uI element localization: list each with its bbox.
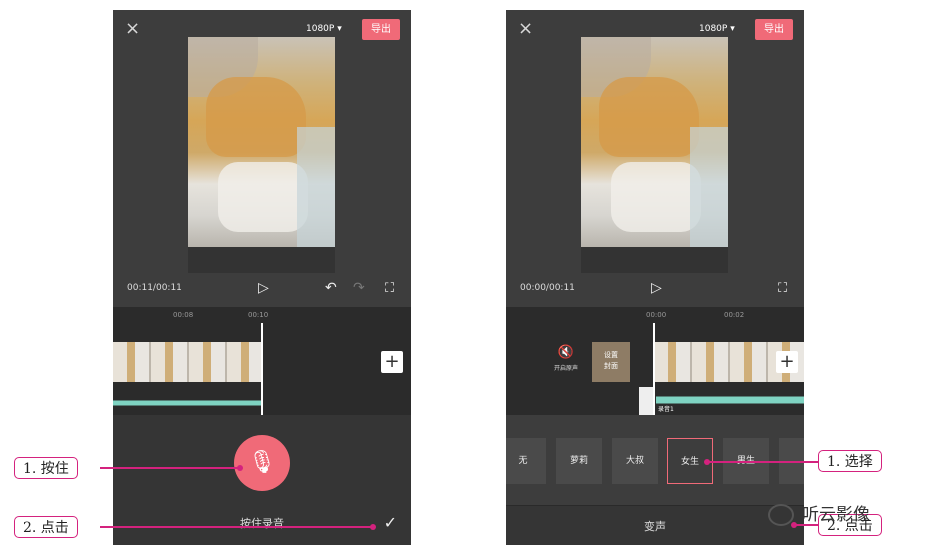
mute-original-toggle[interactable]: 🔇 开启原声 [546,345,586,372]
right-phone-screen: × 1080P ▾ 导出 00:00/00:11 ▷ ⛶ 00:00 00:02… [506,10,804,545]
timeline[interactable]: 00:00 00:02 🔇 开启原声 设置 封面 录音1 + [506,307,804,415]
time-ruler: 00:00 00:02 [506,311,804,321]
ruler-tick: 00:00 [646,311,667,319]
timeline[interactable]: 00:08 00:10 + [113,307,411,415]
ruler-tick: 00:08 [173,311,194,319]
video-preview [581,37,728,247]
close-icon[interactable]: × [518,20,533,38]
ruler-tick: 00:10 [248,311,269,319]
playback-time: 00:00/00:11 [520,283,575,293]
voice-option-uncle[interactable]: 大叔 [612,438,658,484]
undo-icon[interactable]: ↶ [325,280,337,296]
play-icon[interactable]: ▷ [258,280,269,296]
playhead[interactable] [261,323,263,415]
callout-dot [704,459,710,465]
watermark: 听云影像 [768,500,870,526]
playback-time: 00:11/00:11 [127,283,182,293]
export-button[interactable]: 导出 [362,19,400,40]
export-button[interactable]: 导出 [755,19,793,40]
add-clip-button[interactable]: + [776,351,798,373]
confirm-check-icon[interactable]: ✓ [384,513,397,532]
recording-waveform[interactable] [656,391,804,409]
callout-select: 1. 选择 [818,450,882,472]
mute-speaker-icon: 🔇 [557,345,575,360]
callout-dot [237,465,243,471]
hold-to-record-label: 按住录音 [240,517,284,530]
fullscreen-icon[interactable]: ⛶ [385,281,394,296]
preview-margin [581,247,728,273]
redo-icon[interactable]: ↷ [353,280,365,296]
voice-panel-footer: 变声 [506,505,804,545]
callout-hold: 1. 按住 [14,457,78,479]
video-clip-strip[interactable] [113,342,261,382]
close-icon[interactable]: × [125,20,140,38]
mute-label: 开启原声 [553,365,578,372]
callout-line-select [708,461,818,463]
preview-margin [188,247,335,273]
wechat-logo-icon [768,504,794,526]
voice-change-title: 变声 [644,520,666,533]
time-ruler: 00:08 00:10 [113,311,411,321]
callout-dot [370,524,376,530]
clip-trim-handle[interactable] [639,387,653,415]
playback-controls: 00:00/00:11 ▷ ⛶ [506,280,804,300]
resolution-selector[interactable]: 1080P ▾ [699,24,735,34]
callout-line-tap [100,526,372,528]
add-clip-button[interactable]: + [381,351,403,373]
video-preview [188,37,335,247]
callout-line-hold [100,467,240,469]
record-button[interactable]: 🎙 [234,435,290,491]
microphone-icon: 🎙 [248,450,276,475]
playback-controls: 00:11/00:11 ▷ ↶ ↷ ⛶ [113,280,411,300]
voice-option-none[interactable]: 无 [506,438,546,484]
set-cover-button[interactable]: 设置 封面 [592,342,630,382]
watermark-text: 听云影像 [802,505,870,525]
playhead[interactable] [653,323,655,415]
play-icon[interactable]: ▷ [651,280,662,296]
fullscreen-icon[interactable]: ⛶ [778,281,787,296]
audio-waveform [113,397,261,409]
resolution-selector[interactable]: 1080P ▾ [306,24,342,34]
callout-tap: 2. 点击 [14,516,78,538]
recording-tag: 录音1 [658,406,674,413]
left-phone-screen: × 1080P ▾ 导出 00:11/00:11 ▷ ↶ ↷ ⛶ 00:08 0… [113,10,411,545]
ruler-tick: 00:02 [724,311,745,319]
voice-option-loli[interactable]: 萝莉 [556,438,602,484]
